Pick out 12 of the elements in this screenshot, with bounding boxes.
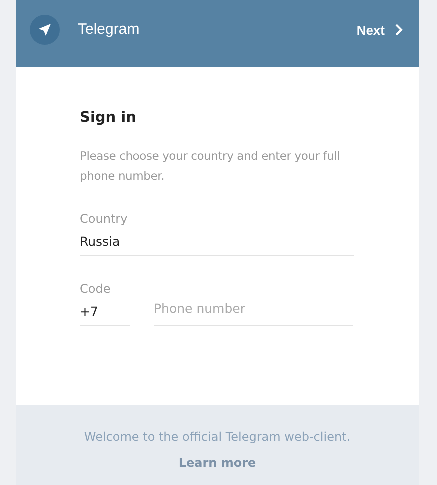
chevron-right-icon — [395, 24, 403, 36]
phone-number-field[interactable]: Phone number — [154, 301, 353, 326]
code-label: Code — [80, 282, 112, 296]
app-title: Telegram — [78, 20, 140, 40]
instructions-text: Please choose your country and enter your full phone number. — [80, 148, 342, 185]
code-field[interactable]: +7 — [80, 304, 130, 326]
country-field[interactable]: Russia — [80, 234, 354, 256]
sign-in-heading: Sign in — [80, 110, 138, 126]
welcome-text: Welcome to the official Telegram web-client. — [84, 430, 351, 444]
next-button[interactable]: Next — [356, 15, 403, 45]
telegram-logo-icon — [30, 15, 60, 45]
country-label: Country — [80, 212, 129, 226]
